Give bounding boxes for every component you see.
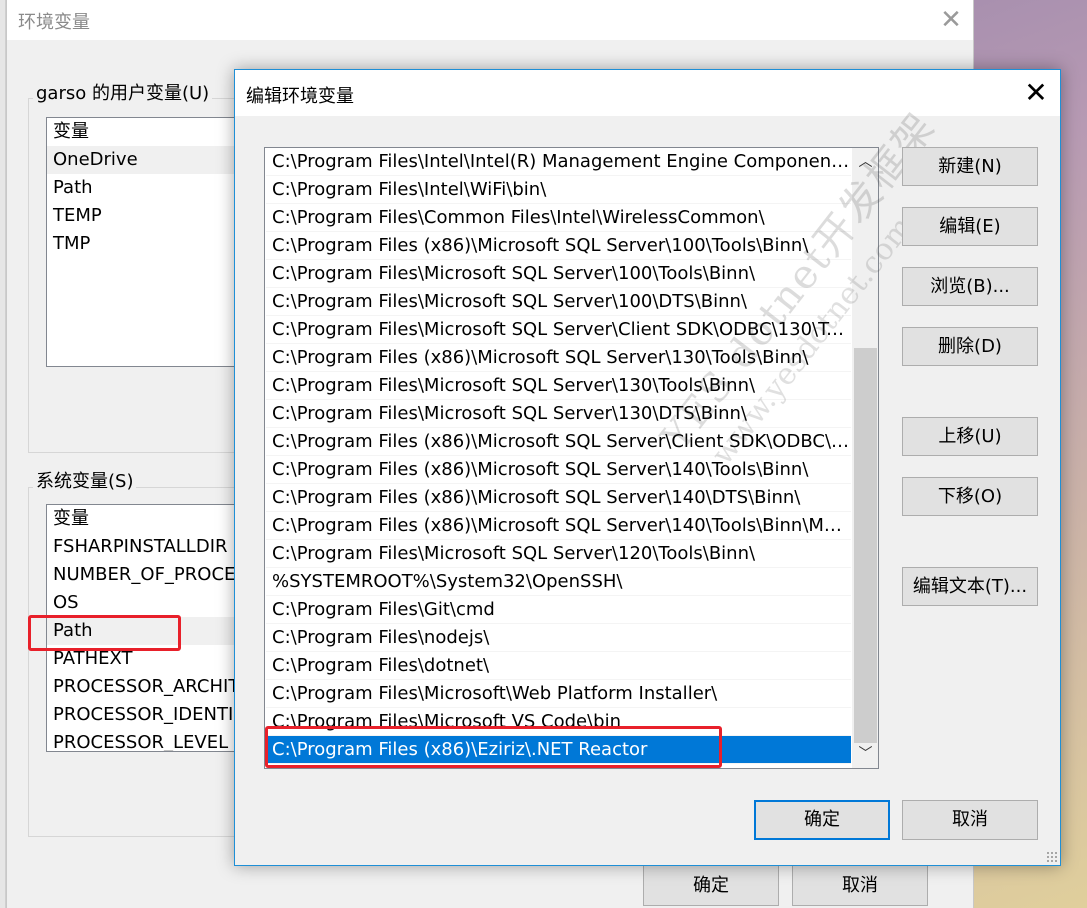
new-entry-highlight — [265, 726, 722, 768]
user-vars-label: garso 的用户变量(U) — [33, 79, 213, 105]
path-entry[interactable]: C:\Program Files\nodejs\ — [266, 624, 851, 652]
edit-button[interactable]: 编辑(E) — [902, 207, 1038, 246]
path-entry[interactable]: C:\Program Files\Common Files\Intel\Wire… — [266, 204, 851, 232]
env-titlebar: 环境变量 ✕ — [7, 0, 973, 40]
env-close-icon[interactable]: ✕ — [939, 6, 963, 34]
new-button[interactable]: 新建(N) — [902, 147, 1038, 186]
move-down-button[interactable]: 下移(O) — [902, 477, 1038, 516]
scroll-down-icon[interactable]: ﹀ — [852, 742, 878, 766]
path-entry[interactable]: C:\Program Files\Microsoft SQL Server\13… — [266, 372, 851, 400]
path-entries-list[interactable]: C:\Program Files\Intel\Intel(R) Manageme… — [264, 147, 879, 769]
path-entry[interactable]: C:\Program Files\dotnet\ — [266, 652, 851, 680]
path-entry[interactable]: C:\Program Files\Intel\Intel(R) Manageme… — [266, 148, 851, 176]
edit-environment-variable-dialog: 编辑环境变量 ✕ C:\Program Files\Intel\Intel(R)… — [234, 69, 1061, 866]
browse-button[interactable]: 浏览(B)... — [902, 267, 1038, 306]
env-ok-button[interactable]: 确定 — [643, 865, 779, 906]
env-window-title: 环境变量 — [18, 12, 90, 33]
path-variable-highlight — [28, 615, 181, 651]
path-entry[interactable]: C:\Program Files\Microsoft SQL Server\10… — [266, 260, 851, 288]
dialog-close-icon[interactable]: ✕ — [1021, 78, 1051, 108]
dialog-cancel-button[interactable]: 取消 — [902, 800, 1038, 840]
env-cancel-button[interactable]: 取消 — [792, 865, 928, 906]
path-entry[interactable]: %SYSTEMROOT%\System32\OpenSSH\ — [266, 568, 851, 596]
edit-text-button[interactable]: 编辑文本(T)... — [902, 567, 1038, 606]
path-entry[interactable]: C:\Program Files\Microsoft SQL Server\12… — [266, 540, 851, 568]
system-vars-label: 系统变量(S) — [33, 467, 137, 493]
path-entry[interactable]: C:\Program Files (x86)\Microsoft SQL Ser… — [266, 456, 851, 484]
path-entry[interactable]: C:\Program Files\Microsoft\Web Platform … — [266, 680, 851, 708]
path-entry[interactable]: C:\Program Files\Intel\WiFi\bin\ — [266, 176, 851, 204]
path-entry[interactable]: C:\Program Files\Microsoft SQL Server\10… — [266, 288, 851, 316]
dialog-title: 编辑环境变量 — [246, 86, 354, 107]
resize-grip-icon[interactable] — [1046, 851, 1058, 863]
path-list-scrollbar[interactable]: ︿ ﹀ — [852, 148, 878, 768]
path-entry[interactable]: C:\Program Files\Microsoft SQL Server\13… — [266, 400, 851, 428]
move-up-button[interactable]: 上移(U) — [902, 417, 1038, 456]
path-entry[interactable]: C:\Program Files (x86)\Microsoft SQL Ser… — [266, 484, 851, 512]
dialog-titlebar: 编辑环境变量 ✕ — [235, 70, 1060, 116]
path-entry[interactable]: C:\Program Files (x86)\Microsoft SQL Ser… — [266, 512, 851, 540]
path-entry[interactable]: C:\Program Files\Git\cmd — [266, 596, 851, 624]
path-entry[interactable]: C:\Program Files (x86)\Microsoft SQL Ser… — [266, 232, 851, 260]
dialog-ok-button[interactable]: 确定 — [754, 800, 890, 840]
path-entry[interactable]: C:\Program Files\Microsoft SQL Server\Cl… — [266, 316, 851, 344]
delete-button[interactable]: 删除(D) — [902, 327, 1038, 366]
scroll-up-icon[interactable]: ︿ — [852, 150, 878, 174]
path-entry[interactable]: C:\Program Files (x86)\Microsoft SQL Ser… — [266, 428, 851, 456]
scroll-thumb[interactable] — [854, 348, 877, 743]
path-entry[interactable]: C:\Program Files (x86)\Microsoft SQL Ser… — [266, 344, 851, 372]
